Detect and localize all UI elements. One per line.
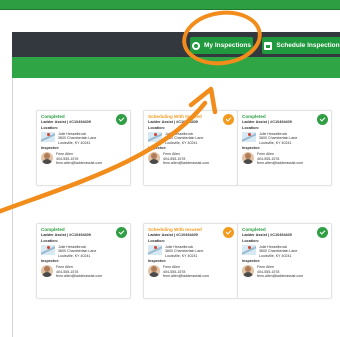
inspector-label: Inspector:	[41, 146, 60, 151]
map-icon	[41, 245, 55, 255]
inspector-email: fenn.allen@ladderassist.com	[163, 161, 210, 166]
location-label: Location:	[242, 126, 260, 130]
card-order-number: Ladder Assist | #C10494409	[148, 233, 198, 237]
inspection-card[interactable]: Completed Ladder Assist | #C10494409 Loc…	[36, 110, 131, 186]
inspector-email: fenn.allen@ladderassist.com	[56, 274, 103, 279]
location-city: Louisville, KY 40241	[165, 140, 198, 145]
map-icon	[148, 132, 162, 142]
user-circle-icon	[192, 41, 201, 50]
inspection-card[interactable]: Scheduling With Insured Ladder Assist | …	[143, 223, 238, 299]
inspection-card[interactable]: Completed Ladder Assist | #C10494409 Loc…	[237, 110, 332, 186]
app-subheader-bar	[12, 57, 340, 78]
top-green-strip	[0, 0, 340, 10]
inspector-avatar	[242, 152, 254, 165]
inspector-label: Inspector:	[148, 146, 167, 151]
inspector-email: fenn.allen@ladderassist.com	[163, 274, 210, 279]
card-order-number: Ladder Assist | #C10494409	[242, 120, 292, 124]
inspector-email: fenn.allen@ladderassist.com	[56, 161, 103, 166]
card-order-number: Ladder Assist | #C10494409	[148, 120, 198, 124]
map-icon	[41, 132, 55, 142]
location-city: Louisville, KY 40241	[58, 140, 91, 145]
inspector-avatar	[242, 265, 254, 278]
schedule-inspection-button[interactable]: Schedule Inspection	[262, 37, 340, 54]
location-label: Location:	[242, 239, 260, 243]
location-city: Louisville, KY 40241	[259, 140, 292, 145]
inspector-label: Inspector:	[148, 259, 167, 264]
location-city: Louisville, KY 40241	[259, 253, 292, 258]
map-icon	[242, 132, 256, 142]
inspector-email: fenn.allen@ladderassist.com	[257, 274, 304, 279]
schedule-inspection-label: Schedule Inspection	[276, 42, 340, 49]
inspector-avatar	[148, 265, 160, 278]
card-order-number: Ladder Assist | #C10494409	[41, 120, 91, 124]
inspector-avatar	[41, 152, 53, 165]
check-circle-icon	[116, 114, 127, 125]
inspector-label: Inspector:	[41, 259, 60, 264]
my-inspections-label: My Inspections	[204, 42, 251, 49]
inspection-card[interactable]: Completed Ladder Assist | #C10494409 Loc…	[237, 223, 332, 299]
inspector-label: Inspector:	[242, 259, 261, 264]
calendar-icon	[264, 41, 273, 50]
location-label: Location:	[41, 239, 59, 243]
check-circle-icon	[317, 227, 328, 238]
inspection-card[interactable]: Scheduling With Insured Ladder Assist | …	[143, 110, 238, 186]
inspector-label: Inspector:	[242, 146, 261, 151]
inspector-avatar	[148, 152, 160, 165]
location-city: Louisville, KY 40241	[58, 253, 91, 258]
inspections-content-area: Completed Ladder Assist | #C10494409 Loc…	[12, 78, 340, 337]
inspector-email: fenn.allen@ladderassist.com	[257, 161, 304, 166]
my-inspections-button[interactable]: My Inspections	[190, 37, 253, 54]
check-circle-icon	[116, 227, 127, 238]
location-city: Louisville, KY 40241	[165, 253, 198, 258]
location-label: Location:	[41, 126, 59, 130]
card-order-number: Ladder Assist | #C10494409	[41, 233, 91, 237]
check-circle-icon	[223, 227, 234, 238]
map-icon	[148, 245, 162, 255]
top-spacer	[0, 10, 340, 32]
inspection-card[interactable]: Completed Ladder Assist | #C10494409 Loc…	[36, 223, 131, 299]
location-label: Location:	[148, 239, 166, 243]
inspector-avatar	[41, 265, 53, 278]
check-circle-icon	[317, 114, 328, 125]
card-order-number: Ladder Assist | #C10494409	[242, 233, 292, 237]
check-circle-icon	[223, 114, 234, 125]
location-label: Location:	[148, 126, 166, 130]
map-icon	[242, 245, 256, 255]
